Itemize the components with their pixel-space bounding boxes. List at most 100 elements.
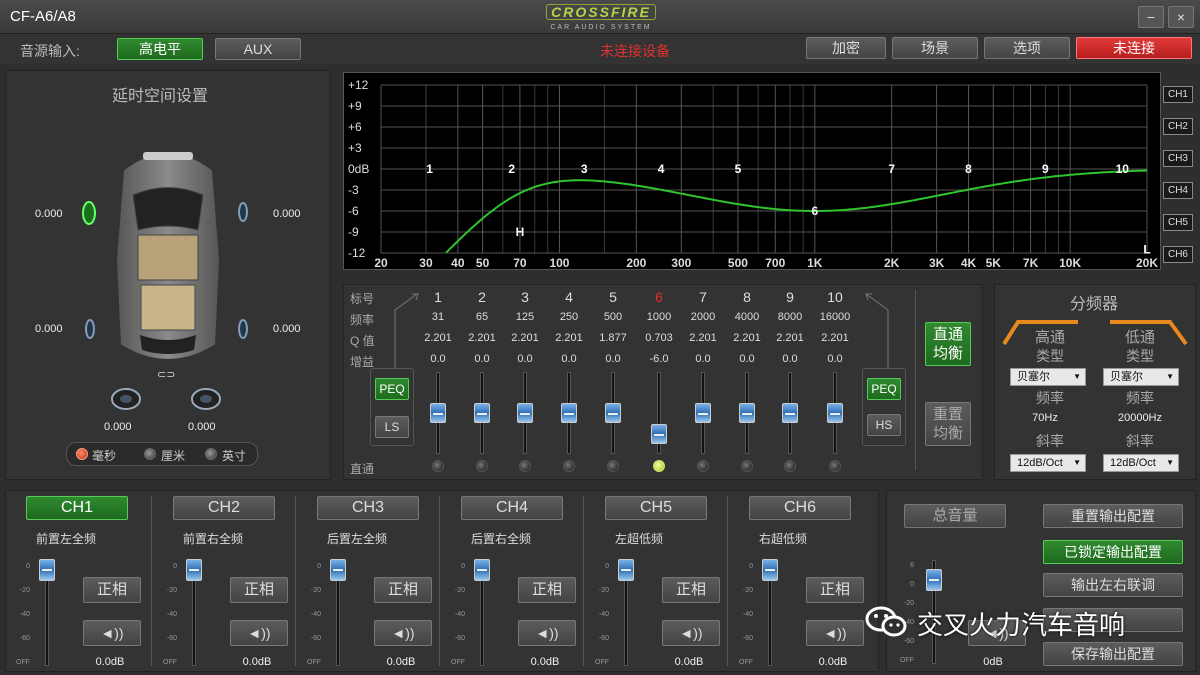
unit-ms-radio[interactable]: [76, 448, 88, 460]
encrypt-button[interactable]: 加密: [806, 37, 886, 59]
band-1-bypass-led[interactable]: [432, 460, 444, 472]
channel-6-mute-button[interactable]: ◄)): [806, 620, 864, 646]
channel-3-fader-knob[interactable]: [330, 559, 346, 582]
save-output-config-button[interactable]: 保存输出配置: [1043, 642, 1183, 666]
band-3-slider-knob[interactable]: [517, 403, 533, 423]
band-9-slider-knob[interactable]: [782, 403, 798, 423]
band-6-freq[interactable]: 1000: [639, 311, 679, 323]
band-8-gain[interactable]: 0.0: [727, 353, 767, 365]
band-2-gain[interactable]: 0.0: [462, 353, 502, 365]
band-2-slider-knob[interactable]: [474, 403, 490, 423]
channel-6-phase-button[interactable]: 正相: [806, 577, 864, 603]
graph-channel-ch2-button[interactable]: CH2: [1163, 118, 1193, 135]
band-7-q[interactable]: 2.201: [683, 332, 723, 344]
band-6-gain[interactable]: -6.0: [639, 353, 679, 365]
link-icon[interactable]: ⊂⊃: [157, 368, 175, 381]
band-8-index[interactable]: 8: [727, 289, 767, 305]
band-5-bypass-led[interactable]: [607, 460, 619, 472]
band-8-q[interactable]: 2.201: [727, 332, 767, 344]
band-6-q[interactable]: 0.703: [639, 332, 679, 344]
channel-4-fader-knob[interactable]: [474, 559, 490, 582]
link-left-right-button[interactable]: 输出左右联调: [1043, 573, 1183, 597]
channel-tab-ch6[interactable]: CH6: [749, 496, 851, 520]
band-10-q[interactable]: 2.201: [815, 332, 855, 344]
band-3-q[interactable]: 2.201: [505, 332, 545, 344]
band-6-index[interactable]: 6: [639, 289, 679, 305]
reset-output-config-button[interactable]: 重置输出配置: [1043, 504, 1183, 528]
band-4-slider-knob[interactable]: [561, 403, 577, 423]
band-4-gain[interactable]: 0.0: [549, 353, 589, 365]
band-5-index[interactable]: 5: [593, 289, 633, 305]
channel-tab-ch4[interactable]: CH4: [461, 496, 563, 520]
channel-tab-ch2[interactable]: CH2: [173, 496, 275, 520]
rear-right-speaker-icon[interactable]: [236, 317, 250, 341]
highpass-slope-select[interactable]: 12dB/Oct: [1010, 454, 1086, 472]
highpass-type-select[interactable]: 贝塞尔: [1010, 368, 1086, 386]
front-left-speaker-icon[interactable]: [80, 199, 98, 227]
band-6-bypass-led[interactable]: [653, 460, 665, 472]
channel-1-mute-button[interactable]: ◄)): [83, 620, 141, 646]
band-4-bypass-led[interactable]: [563, 460, 575, 472]
channel-4-mute-button[interactable]: ◄)): [518, 620, 576, 646]
band-9-bypass-led[interactable]: [784, 460, 796, 472]
band-4-freq[interactable]: 250: [549, 311, 589, 323]
high-shelf-button[interactable]: HS: [867, 414, 901, 436]
band-1-freq[interactable]: 31: [418, 311, 458, 323]
band-7-bypass-led[interactable]: [697, 460, 709, 472]
band-7-index[interactable]: 7: [683, 289, 723, 305]
channel-1-phase-button[interactable]: 正相: [83, 577, 141, 603]
unit-inch-radio[interactable]: [205, 448, 217, 460]
band-9-freq[interactable]: 8000: [770, 311, 810, 323]
unit-cm-radio[interactable]: [144, 448, 156, 460]
left-peq-button[interactable]: PEQ: [375, 378, 409, 400]
band-5-q[interactable]: 1.877: [593, 332, 633, 344]
band-9-gain[interactable]: 0.0: [770, 353, 810, 365]
lowpass-slope-select[interactable]: 12dB/Oct: [1103, 454, 1179, 472]
band-2-index[interactable]: 2: [462, 289, 502, 305]
channel-5-phase-button[interactable]: 正相: [662, 577, 720, 603]
channel-tab-ch3[interactable]: CH3: [317, 496, 419, 520]
band-7-freq[interactable]: 2000: [683, 311, 723, 323]
band-10-bypass-led[interactable]: [829, 460, 841, 472]
band-7-slider-knob[interactable]: [695, 403, 711, 423]
options-button[interactable]: 选项: [984, 37, 1070, 59]
channel-1-fader-knob[interactable]: [39, 559, 55, 582]
graph-channel-ch6-button[interactable]: CH6: [1163, 246, 1193, 263]
channel-tab-ch1[interactable]: CH1: [26, 496, 128, 520]
minimize-button[interactable]: −: [1138, 6, 1164, 28]
band-8-slider-knob[interactable]: [739, 403, 755, 423]
band-4-q[interactable]: 2.201: [549, 332, 589, 344]
source-aux-button[interactable]: AUX: [215, 38, 301, 60]
lowpass-freq-value[interactable]: 20000Hz: [1105, 412, 1175, 424]
channel-6-fader-knob[interactable]: [762, 559, 778, 582]
rear-left-speaker-icon[interactable]: [83, 317, 97, 341]
channel-4-phase-button[interactable]: 正相: [518, 577, 576, 603]
band-7-gain[interactable]: 0.0: [683, 353, 723, 365]
connect-button[interactable]: 未连接: [1076, 37, 1192, 59]
graph-channel-ch5-button[interactable]: CH5: [1163, 214, 1193, 231]
band-8-freq[interactable]: 4000: [727, 311, 767, 323]
band-5-freq[interactable]: 500: [593, 311, 633, 323]
band-9-q[interactable]: 2.201: [770, 332, 810, 344]
band-10-freq[interactable]: 16000: [815, 311, 855, 323]
lowpass-type-select[interactable]: 贝塞尔: [1103, 368, 1179, 386]
channel-2-mute-button[interactable]: ◄)): [230, 620, 288, 646]
band-3-freq[interactable]: 125: [505, 311, 545, 323]
band-9-index[interactable]: 9: [770, 289, 810, 305]
band-1-index[interactable]: 1: [418, 289, 458, 305]
channel-2-phase-button[interactable]: 正相: [230, 577, 288, 603]
band-10-index[interactable]: 10: [815, 289, 855, 305]
band-3-bypass-led[interactable]: [519, 460, 531, 472]
master-fader-knob[interactable]: [926, 568, 942, 591]
scene-button[interactable]: 场景: [892, 37, 978, 59]
sub-right-speaker-icon[interactable]: [188, 385, 224, 415]
channel-3-mute-button[interactable]: ◄)): [374, 620, 432, 646]
band-2-freq[interactable]: 65: [462, 311, 502, 323]
band-5-slider-knob[interactable]: [605, 403, 621, 423]
highpass-freq-value[interactable]: 70Hz: [1010, 412, 1080, 424]
front-right-speaker-icon[interactable]: [236, 200, 250, 224]
channel-5-mute-button[interactable]: ◄)): [662, 620, 720, 646]
sub-left-speaker-icon[interactable]: [108, 385, 144, 415]
close-button[interactable]: ×: [1168, 6, 1194, 28]
band-6-slider-knob[interactable]: [651, 423, 667, 444]
